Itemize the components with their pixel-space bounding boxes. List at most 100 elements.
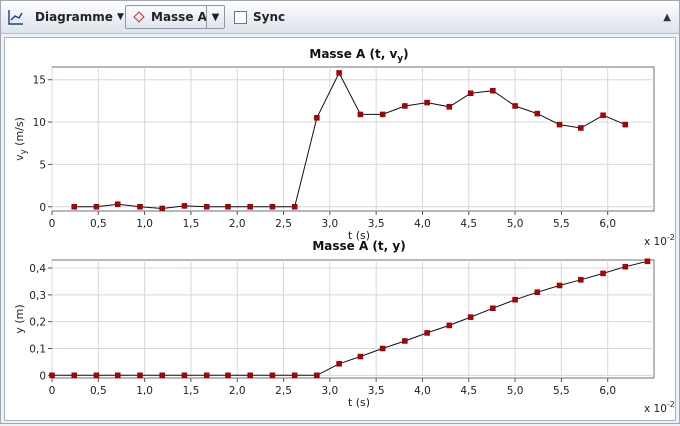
x-tick-label: 5,0 (507, 385, 524, 397)
chart-icon[interactable] (7, 5, 27, 29)
tracker-plot-window: Diagramme ▼ Masse A ▼ Sync ▲ 0 0,5 1,0 1,5 2… (0, 0, 680, 424)
data-point (49, 372, 55, 379)
data-point (314, 372, 320, 379)
data-point (490, 305, 496, 312)
data-point (291, 204, 298, 210)
data-point (225, 372, 231, 379)
data-point (115, 372, 121, 379)
chart-1: 0 0,5 1,0 1,5 2,0 2,5 3,0 3,5 4,0 4,5 5,0 5,5 6,0 0 5 1… (13, 47, 675, 248)
y-axis-label: y (m) (13, 304, 26, 333)
y-tick-label: 10 (33, 117, 46, 129)
data-point (115, 201, 121, 207)
data-point (93, 204, 100, 210)
diagram-label: Diagramme (35, 10, 113, 24)
data-point (578, 125, 584, 131)
mass-selector-button[interactable]: Masse A ▼ (125, 5, 225, 29)
y-tick-label: 15 (33, 75, 46, 87)
plot-frame (51, 259, 655, 379)
data-point (357, 111, 364, 118)
x-multiplier-label: x 10-2 (644, 400, 675, 415)
data-point (137, 372, 143, 379)
data-point (467, 314, 474, 320)
sync-label: Sync (253, 10, 286, 24)
data-point (314, 115, 320, 121)
mass-label: Masse A (151, 10, 207, 24)
x-tick-label: 4,5 (460, 218, 477, 230)
data-point (534, 289, 541, 295)
data-point (159, 205, 165, 212)
collapse-toolbar-button[interactable]: ▲ (663, 5, 671, 29)
data-point (534, 110, 541, 117)
plot-frame (51, 66, 655, 212)
data-point (556, 282, 563, 289)
y-tick-label: 0 (39, 370, 46, 382)
data-point (622, 121, 629, 128)
data-point (379, 111, 386, 118)
mass-dropdown-arrow[interactable]: ▼ (206, 6, 224, 28)
x-tick-label: 2,0 (229, 218, 246, 230)
data-point (402, 338, 408, 344)
x-tick-label: 5,5 (553, 218, 570, 230)
data-point (512, 296, 518, 303)
data-point (467, 90, 474, 97)
x-tick-label: 1,0 (136, 385, 153, 397)
diagram-menu-button[interactable]: Diagramme ▼ (35, 5, 124, 29)
data-point (578, 277, 584, 283)
y-tick-label: 0,4 (29, 263, 46, 275)
data-point (181, 203, 188, 209)
data-point (600, 112, 606, 119)
data-point (556, 121, 563, 128)
sync-toggle[interactable]: Sync (234, 5, 285, 29)
y-tick-label: 0 (39, 202, 46, 214)
x-tick-label: 3,0 (321, 218, 338, 230)
data-point (622, 263, 629, 270)
x-tick-label: 0 (49, 218, 56, 230)
data-point (336, 70, 342, 76)
data-point (424, 99, 430, 106)
data-point (291, 372, 298, 379)
data-point (490, 87, 496, 94)
x-tick-label: 6,0 (599, 218, 616, 230)
y-tick-label: 0,1 (29, 344, 46, 356)
data-point (446, 322, 453, 329)
chart-title: Masse A (t, y) (312, 239, 405, 253)
y-tick-label: 5 (39, 159, 46, 171)
x-tick-label: 2,5 (275, 218, 292, 230)
x-axis-label: t (s) (348, 396, 370, 409)
data-point (446, 104, 453, 110)
data-point (379, 345, 386, 352)
y-axis-label: vy (m/s) (13, 117, 29, 161)
x-tick-label: 3,0 (321, 385, 338, 397)
x-tick-label: 5,0 (507, 218, 524, 230)
data-point (512, 103, 518, 109)
chevron-up-icon: ▲ (663, 11, 671, 23)
x-multiplier-label: x 10-2 (644, 233, 675, 248)
plots-svg: 0 0,5 1,0 1,5 2,0 2,5 3,0 3,5 4,0 4,5 5,0 5,5 6,0 0 5 1… (13, 47, 675, 415)
x-tick-label: 4,0 (414, 385, 431, 397)
x-tick-label: 2,0 (229, 385, 246, 397)
y-tick-label: 0,3 (29, 290, 46, 302)
data-point (600, 270, 606, 277)
data-point (269, 204, 276, 210)
x-tick-label: 2,5 (275, 385, 292, 397)
x-tick-label: 4,0 (414, 218, 431, 230)
data-point (402, 103, 408, 109)
data-point (71, 204, 77, 210)
x-tick-label: 1,5 (183, 385, 200, 397)
x-tick-label: 1,5 (183, 218, 200, 230)
x-tick-label: 1,0 (136, 218, 153, 230)
x-tick-label: 4,5 (460, 385, 477, 397)
data-point (644, 258, 651, 265)
data-point (247, 372, 253, 379)
data-point (137, 204, 143, 210)
data-point (71, 372, 77, 379)
sync-checkbox[interactable] (234, 10, 247, 24)
data-point (159, 372, 165, 379)
data-point (225, 204, 231, 210)
x-tick-label: 5,5 (553, 385, 570, 397)
data-point (181, 372, 188, 379)
data-point (269, 372, 276, 379)
x-tick-label: 3,5 (368, 218, 385, 230)
data-point (336, 361, 342, 367)
y-tick-label: 0,2 (29, 317, 46, 329)
